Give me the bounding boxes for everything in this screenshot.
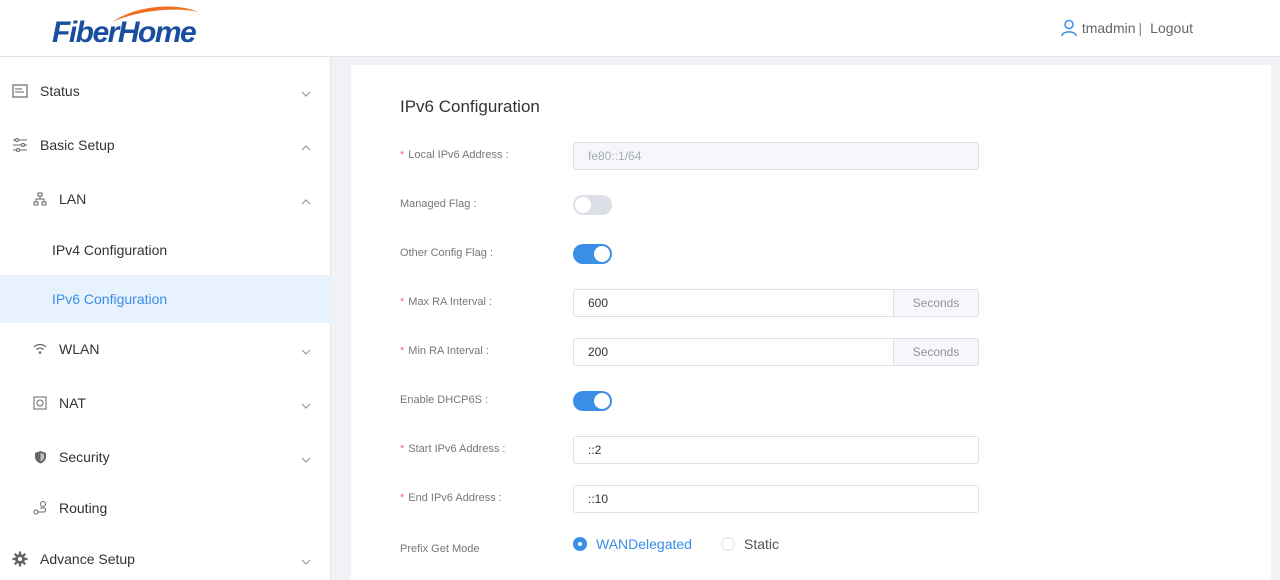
field-label-text: End IPv6 Address : bbox=[408, 492, 502, 504]
toggle-knob bbox=[575, 197, 591, 213]
sidebar-item-label: Security bbox=[59, 449, 110, 465]
sidebar-nav: Status Basic Setup LAN IPv4 Configuratio… bbox=[0, 57, 331, 580]
field-label-text: Min RA Interval : bbox=[408, 345, 489, 357]
page-title: IPv6 Configuration bbox=[400, 97, 540, 116]
chevron-up-icon bbox=[301, 194, 311, 205]
toggle-knob bbox=[594, 393, 610, 409]
other-config-row: Other Config Flag : bbox=[351, 240, 1271, 268]
sidebar-item-label: Basic Setup bbox=[40, 137, 115, 153]
end-ipv6-input[interactable]: ::10 bbox=[573, 485, 979, 513]
enable-dhcp6s-row: Enable DHCP6S : bbox=[351, 387, 1271, 415]
start-ipv6-row: * Start IPv6 Address : ::2 bbox=[351, 436, 1271, 464]
managed-flag-row: Managed Flag : bbox=[351, 191, 1271, 219]
sidebar-item-status[interactable]: Status bbox=[0, 64, 331, 118]
toggle-knob bbox=[594, 246, 610, 262]
field-label-text: Max RA Interval : bbox=[408, 296, 493, 308]
managed-flag-label: Managed Flag : bbox=[400, 198, 477, 210]
user-area: tmadmin | Logout bbox=[1061, 19, 1193, 37]
sidebar-item-nat[interactable]: NAT bbox=[0, 376, 331, 430]
local-ipv6-input[interactable]: fe80::1/64 bbox=[573, 142, 979, 170]
min-ra-input[interactable]: 200 bbox=[573, 338, 894, 366]
end-ipv6-row: * End IPv6 Address : ::10 bbox=[351, 485, 1271, 513]
start-ipv6-label: * Start IPv6 Address : bbox=[400, 443, 506, 455]
sidebar-item-wlan[interactable]: WLAN bbox=[0, 322, 331, 376]
username-label: tmadmin bbox=[1081, 20, 1136, 36]
local-ipv6-row: * Local IPv6 Address : fe80::1/64 bbox=[351, 142, 1271, 170]
required-mark: * bbox=[400, 443, 405, 455]
enable-dhcp6s-label: Enable DHCP6S : bbox=[400, 394, 489, 406]
required-mark: * bbox=[400, 345, 405, 357]
sidebar-item-label: Routing bbox=[59, 500, 108, 516]
chevron-down-icon bbox=[301, 554, 311, 565]
wifi-icon bbox=[32, 341, 48, 357]
local-ipv6-label: * Local IPv6 Address : bbox=[400, 149, 509, 161]
chevron-down-icon bbox=[301, 398, 311, 409]
sidebar-item-advance-setup[interactable]: Advance Setup bbox=[0, 532, 331, 580]
logout-link[interactable]: Logout bbox=[1150, 20, 1193, 36]
shield-icon bbox=[32, 449, 48, 465]
chevron-down-icon bbox=[301, 344, 311, 355]
sidebar-item-security[interactable]: Security bbox=[0, 430, 331, 484]
chevron-down-icon bbox=[301, 452, 311, 463]
radio-wandelegated[interactable]: WANDelegated bbox=[573, 536, 692, 552]
sidebar-item-ipv6-configuration[interactable]: IPv6 Configuration bbox=[0, 275, 331, 323]
radio-dot bbox=[573, 537, 587, 551]
nat-icon bbox=[32, 395, 48, 411]
sidebar-item-label: NAT bbox=[59, 395, 86, 411]
radio-static[interactable]: Static bbox=[720, 536, 779, 552]
required-mark: * bbox=[400, 492, 405, 504]
other-config-toggle[interactable] bbox=[573, 244, 612, 264]
prefix-mode-label: Prefix Get Mode bbox=[400, 543, 480, 555]
sidebar-item-routing[interactable]: Routing bbox=[0, 481, 331, 535]
settings-sliders-icon bbox=[12, 137, 28, 153]
min-ra-row: * Min RA Interval : 200 Seconds bbox=[351, 338, 1271, 366]
gear-icon bbox=[12, 551, 28, 567]
field-label-text: Start IPv6 Address : bbox=[408, 443, 506, 455]
header-separator: | bbox=[1138, 20, 1143, 36]
radio-label: Static bbox=[743, 536, 779, 552]
field-label-text: Local IPv6 Address : bbox=[408, 149, 509, 161]
prefix-mode-row: Prefix Get Mode WANDelegated Static bbox=[351, 534, 1271, 562]
other-config-label: Other Config Flag : bbox=[400, 247, 493, 259]
max-ra-row: * Max RA Interval : 600 Seconds bbox=[351, 289, 1271, 317]
main-panel: IPv6 Configuration * Local IPv6 Address :… bbox=[351, 65, 1271, 580]
end-ipv6-label: * End IPv6 Address : bbox=[400, 492, 502, 504]
sidebar-item-label: IPv6 Configuration bbox=[52, 291, 168, 307]
managed-flag-toggle[interactable] bbox=[573, 195, 612, 215]
status-icon bbox=[12, 83, 28, 99]
chevron-down-icon bbox=[301, 86, 311, 97]
sidebar-item-label: LAN bbox=[59, 191, 87, 207]
network-icon bbox=[32, 191, 48, 207]
sidebar-item-label: Advance Setup bbox=[40, 551, 135, 567]
sidebar-item-ipv4-configuration[interactable]: IPv4 Configuration bbox=[0, 226, 331, 274]
logo-text: FiberHome bbox=[52, 16, 197, 49]
sidebar-item-label: Status bbox=[40, 83, 80, 99]
sidebar-item-label: WLAN bbox=[59, 341, 100, 357]
required-mark: * bbox=[400, 296, 405, 308]
chevron-up-icon bbox=[301, 140, 311, 151]
seconds-addon: Seconds bbox=[893, 289, 979, 317]
radio-dot bbox=[720, 537, 735, 551]
top-header: FiberHome tmadmin | Logout bbox=[0, 0, 1280, 57]
seconds-addon: Seconds bbox=[893, 338, 979, 366]
enable-dhcp6s-toggle[interactable] bbox=[573, 391, 612, 411]
user-icon bbox=[1061, 19, 1077, 37]
start-ipv6-input[interactable]: ::2 bbox=[573, 436, 979, 464]
routing-icon bbox=[32, 500, 48, 516]
radio-label: WANDelegated bbox=[596, 536, 692, 552]
sidebar-item-label: IPv4 Configuration bbox=[52, 242, 168, 258]
prefix-mode-radio-group: WANDelegated Static bbox=[573, 536, 808, 552]
sidebar-item-basic-setup[interactable]: Basic Setup bbox=[0, 118, 331, 172]
min-ra-label: * Min RA Interval : bbox=[400, 345, 489, 357]
max-ra-input[interactable]: 600 bbox=[573, 289, 894, 317]
max-ra-label: * Max RA Interval : bbox=[400, 296, 492, 308]
sidebar-item-lan[interactable]: LAN bbox=[0, 172, 331, 226]
required-mark: * bbox=[400, 149, 405, 161]
fiberhome-logo: FiberHome bbox=[52, 6, 202, 50]
